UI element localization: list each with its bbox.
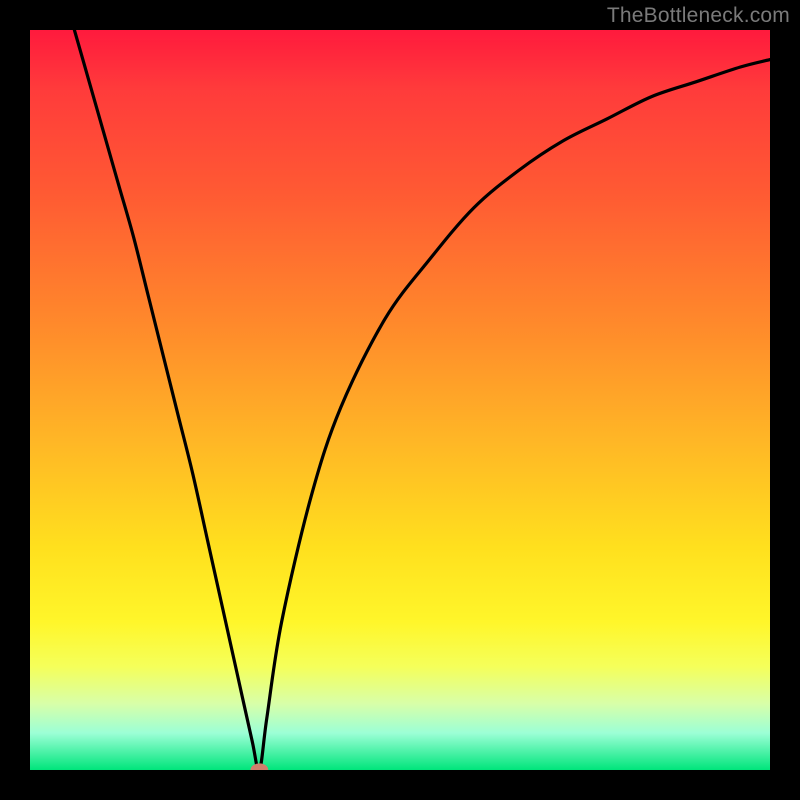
curve-svg [30, 30, 770, 770]
bottleneck-curve [74, 30, 770, 770]
plot-area [30, 30, 770, 770]
watermark-text: TheBottleneck.com [607, 4, 790, 28]
optimal-point-marker [251, 763, 269, 770]
chart-frame: TheBottleneck.com [0, 0, 800, 800]
